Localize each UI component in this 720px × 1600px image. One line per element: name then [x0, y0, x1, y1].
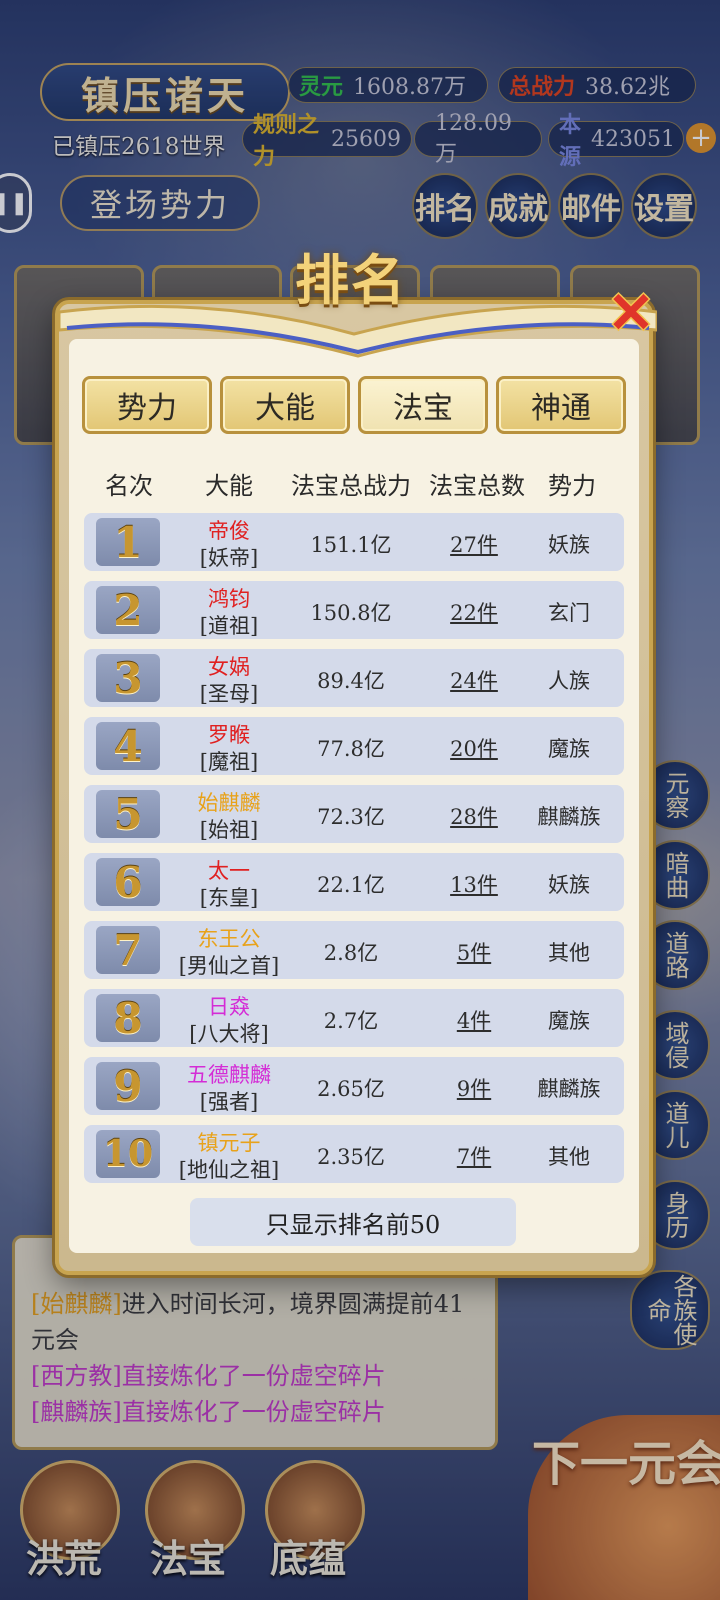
treasure-power: 22.1亿 [317, 873, 385, 897]
table-row[interactable]: 6 太一 [东皇] 22.1亿 13件 妖族 [84, 853, 624, 911]
rank-badge: 6 [96, 858, 160, 907]
treasure-power: 2.8亿 [323, 941, 379, 965]
column-header: 法宝总数 [429, 472, 525, 500]
faction-name: 麒麟族 [537, 1077, 601, 1101]
powerhouse-title: [道祖] [199, 614, 259, 638]
tab-ability[interactable]: 神通 [496, 376, 626, 434]
rank-badge: 5 [96, 790, 160, 839]
table-row[interactable]: 4 罗睺 [魔祖] 77.8亿 20件 魔族 [84, 717, 624, 775]
close-icon[interactable]: ✕ [603, 280, 659, 346]
table-header: 名次 大能 法宝总战力 法宝总数 势力 [82, 466, 626, 502]
treasure-power: 77.8亿 [317, 737, 385, 761]
treasure-count-link[interactable]: 4件 [434, 1005, 514, 1035]
modal-title: 排名 [295, 248, 407, 312]
powerhouse-title: [地仙之祖] [178, 1158, 280, 1182]
tab-faction[interactable]: 势力 [82, 376, 212, 434]
faction-name: 其他 [548, 1145, 590, 1169]
rank-badge: 7 [96, 926, 160, 975]
rank-badge: 9 [96, 1062, 160, 1111]
rank-badge: 8 [96, 994, 160, 1043]
treasure-power: 89.4亿 [317, 669, 385, 693]
powerhouse-title: [男仙之首] [178, 954, 280, 978]
table-row[interactable]: 7 东王公 [男仙之首] 2.8亿 5件 其他 [84, 921, 624, 979]
faction-name: 人族 [548, 669, 590, 693]
table-row[interactable]: 1 帝俊 [妖帝] 151.1亿 27件 妖族 [84, 513, 624, 571]
powerhouse-title: [圣母] [199, 682, 259, 706]
treasure-count-link[interactable]: 28件 [434, 801, 514, 831]
column-header: 名次 [105, 472, 153, 500]
faction-name: 麒麟族 [537, 805, 601, 829]
powerhouse-title: [强者] [199, 1090, 259, 1114]
faction-name: 妖族 [548, 873, 590, 897]
rank-badge: 3 [96, 654, 160, 703]
powerhouse-name: 五德麒麟 [187, 1063, 271, 1087]
treasure-count-link[interactable]: 13件 [434, 869, 514, 899]
faction-name: 其他 [548, 941, 590, 965]
powerhouse-title: [始祖] [199, 818, 259, 842]
rank-badge: 2 [96, 586, 160, 635]
rank-badge: 1 [96, 518, 160, 567]
faction-name: 玄门 [548, 601, 590, 625]
powerhouse-name: 女娲 [208, 655, 250, 679]
top50-notice: 只显示排名前50 [190, 1198, 516, 1246]
faction-name: 魔族 [548, 1009, 590, 1033]
column-header: 势力 [548, 472, 596, 500]
treasure-power: 151.1亿 [310, 533, 392, 557]
treasure-power: 2.65亿 [317, 1077, 385, 1101]
table-row[interactable]: 5 始麒麟 [始祖] 72.3亿 28件 麒麟族 [84, 785, 624, 843]
treasure-power: 2.35亿 [317, 1145, 385, 1169]
powerhouse-name: 帝俊 [208, 519, 250, 543]
treasure-count-link[interactable]: 22件 [434, 597, 514, 627]
ranking-tabs: 势力 大能 法宝 神通 [82, 376, 626, 436]
powerhouse-title: [妖帝] [199, 546, 259, 570]
powerhouse-title: [东皇] [199, 886, 259, 910]
treasure-power: 2.7亿 [323, 1009, 379, 1033]
tab-treasure[interactable]: 法宝 [358, 376, 488, 434]
powerhouse-title: [八大将] [189, 1022, 269, 1046]
table-row[interactable]: 3 女娲 [圣母] 89.4亿 24件 人族 [84, 649, 624, 707]
powerhouse-name: 东王公 [197, 927, 261, 951]
table-row[interactable]: 2 鸿钧 [道祖] 150.8亿 22件 玄门 [84, 581, 624, 639]
treasure-count-link[interactable]: 9件 [434, 1073, 514, 1103]
powerhouse-name: 鸿钧 [208, 587, 250, 611]
treasure-count-link[interactable]: 27件 [434, 529, 514, 559]
powerhouse-name: 始麒麟 [197, 791, 261, 815]
tab-powerhouse[interactable]: 大能 [220, 376, 350, 434]
table-row[interactable]: 9 五德麒麟 [强者] 2.65亿 9件 麒麟族 [84, 1057, 624, 1115]
powerhouse-name: 罗睺 [208, 723, 250, 747]
table-row[interactable]: 10 镇元子 [地仙之祖] 2.35亿 7件 其他 [84, 1125, 624, 1183]
treasure-count-link[interactable]: 24件 [434, 665, 514, 695]
column-header: 大能 [205, 472, 253, 500]
treasure-count-link[interactable]: 5件 [434, 937, 514, 967]
rank-badge: 4 [96, 722, 160, 771]
treasure-count-link[interactable]: 7件 [434, 1141, 514, 1171]
treasure-power: 72.3亿 [317, 805, 385, 829]
table-row[interactable]: 8 日猋 [八大将] 2.7亿 4件 魔族 [84, 989, 624, 1047]
treasure-power: 150.8亿 [310, 601, 392, 625]
powerhouse-name: 日猋 [208, 995, 250, 1019]
faction-name: 妖族 [548, 533, 590, 557]
powerhouse-name: 镇元子 [197, 1131, 261, 1155]
column-header: 法宝总战力 [291, 472, 411, 500]
rank-badge: 10 [96, 1130, 160, 1178]
treasure-count-link[interactable]: 20件 [434, 733, 514, 763]
powerhouse-title: [魔祖] [199, 750, 259, 774]
faction-name: 魔族 [548, 737, 590, 761]
powerhouse-name: 太一 [208, 859, 250, 883]
